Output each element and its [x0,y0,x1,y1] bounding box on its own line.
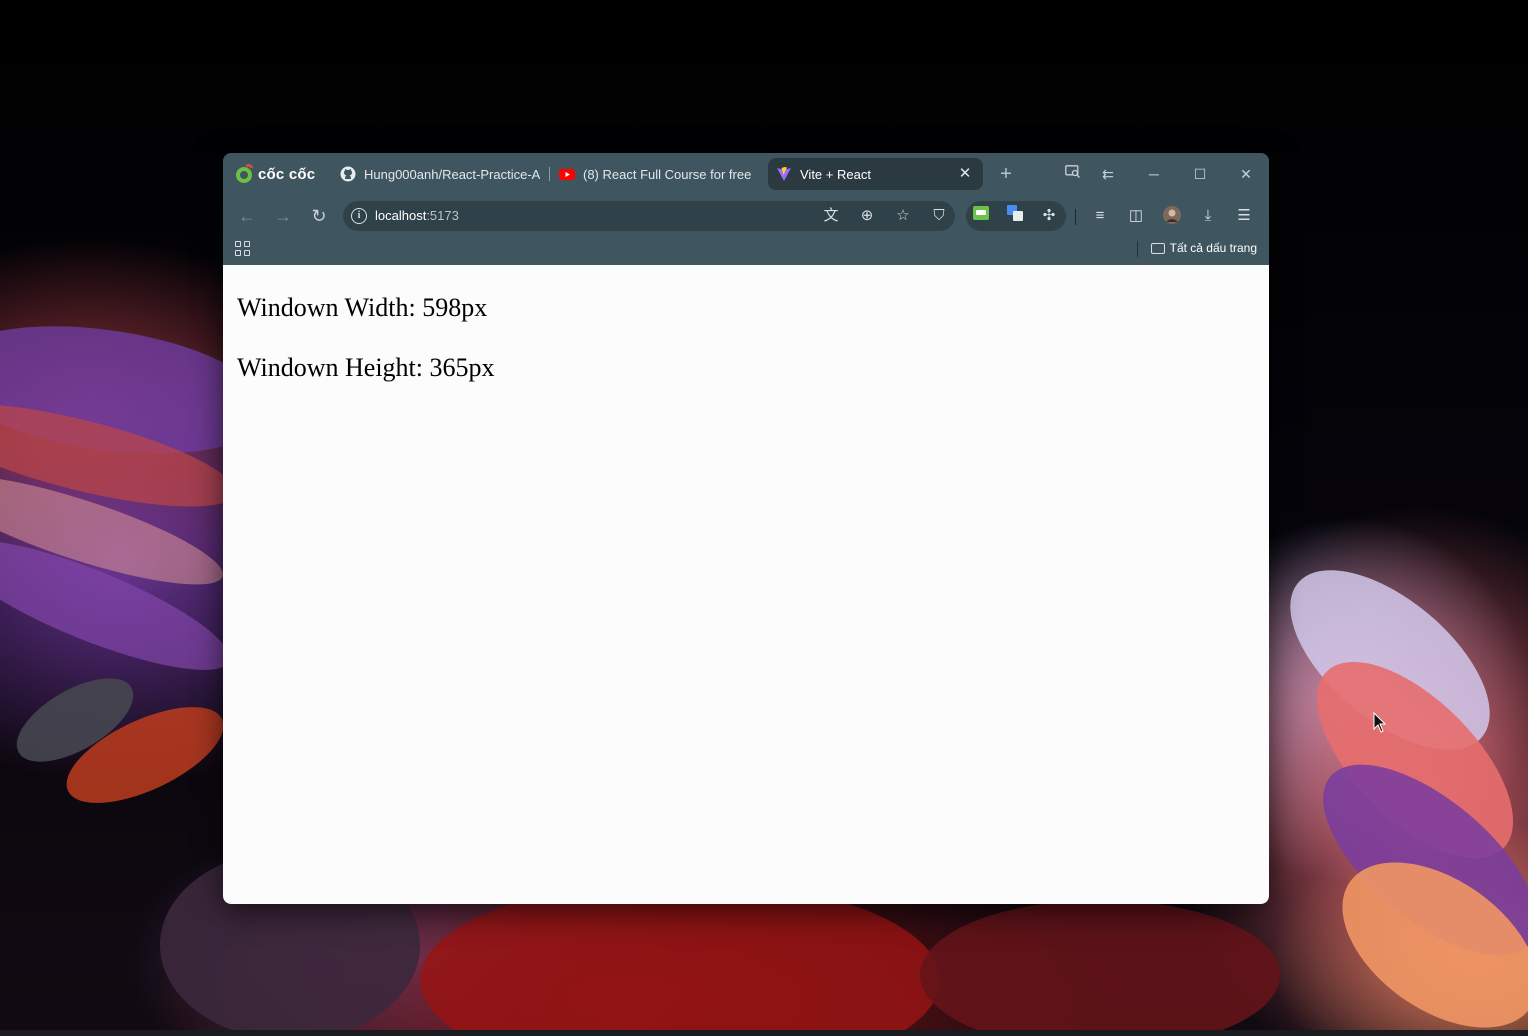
tab-bar: cốc cốc Hung000anh/React-Practice-A (8) … [223,153,1269,195]
close-window-icon[interactable]: ✕ [1234,163,1258,185]
new-tab-button[interactable]: + [995,163,1017,185]
site-info-icon[interactable]: i [351,208,367,224]
avatar[interactable] [1161,205,1183,227]
page-content: Windown Width: 598px Windown Height: 365… [223,265,1269,904]
apps-grid-icon[interactable] [235,241,251,257]
close-tab-icon[interactable]: ✕ [957,166,973,182]
extension-green-icon[interactable] [970,205,992,227]
coccoc-logo-icon [234,164,254,184]
download-icon[interactable]: ⤓ [1197,205,1219,227]
shield-icon[interactable]: ⛉ [929,207,949,225]
forward-icon[interactable]: → [271,205,295,227]
zoom-icon[interactable]: ⊕ [857,207,877,225]
puzzle-icon[interactable]: ✣ [1038,205,1060,227]
vite-icon [776,166,792,182]
maximize-icon[interactable]: ☐ [1188,163,1212,185]
extensions-group: ✣ [966,201,1066,231]
all-bookmarks-label: Tất cả dấu trang [1169,241,1257,255]
tab-vite-react[interactable]: Vite + React ✕ [768,158,983,190]
split-view-icon[interactable]: ◫ [1125,205,1147,227]
navigation-toolbar: ← → ↻ i localhost:5173 文 ⊕ ☆ ⛉ ✣ ≡ ◫ ⤓ ☰ [223,195,1269,237]
reload-icon[interactable]: ↻ [307,205,331,227]
address-bar[interactable]: i localhost:5173 文 ⊕ ☆ ⛉ [343,201,955,231]
playlist-icon[interactable]: ≡ [1089,205,1111,227]
browser-window: cốc cốc Hung000anh/React-Practice-A (8) … [223,153,1269,904]
tab-title: Hung000anh/React-Practice-A [364,166,540,182]
coccoc-logo[interactable]: cốc cốc [234,163,315,185]
url-host: localhost [375,208,427,223]
minimize-icon[interactable]: ─ [1142,163,1166,185]
logo-text: cốc cốc [258,165,316,183]
translate-icon[interactable]: 文 [821,207,841,225]
bookmark-star-icon[interactable]: ☆ [893,207,913,225]
menu-icon[interactable]: ☰ [1233,205,1255,227]
tab-youtube[interactable]: (8) React Full Course for free [559,158,759,190]
folder-icon [1150,242,1165,254]
back-icon[interactable]: ← [235,205,259,227]
mouse-cursor-icon [1373,712,1387,733]
url-port: :5173 [426,208,459,223]
extension-translate-icon[interactable] [1004,205,1026,227]
window-width-text: Windown Width: 598px [237,293,488,322]
tab-search-icon[interactable]: ⇇ [1096,163,1120,185]
tab-github[interactable]: Hung000anh/React-Practice-A [340,158,540,190]
all-bookmarks-button[interactable]: Tất cả dấu trang [1150,241,1257,255]
window-height-text: Windown Height: 365px [237,353,495,382]
bookmarks-bar: Tất cả dấu trang [223,237,1269,265]
tab-title: Vite + React [800,166,871,182]
address-url[interactable]: localhost:5173 [375,208,459,223]
youtube-icon [559,166,575,182]
screenshot-search-icon[interactable] [1061,163,1085,185]
github-icon [340,166,356,182]
tab-title: (8) React Full Course for free [583,166,752,182]
